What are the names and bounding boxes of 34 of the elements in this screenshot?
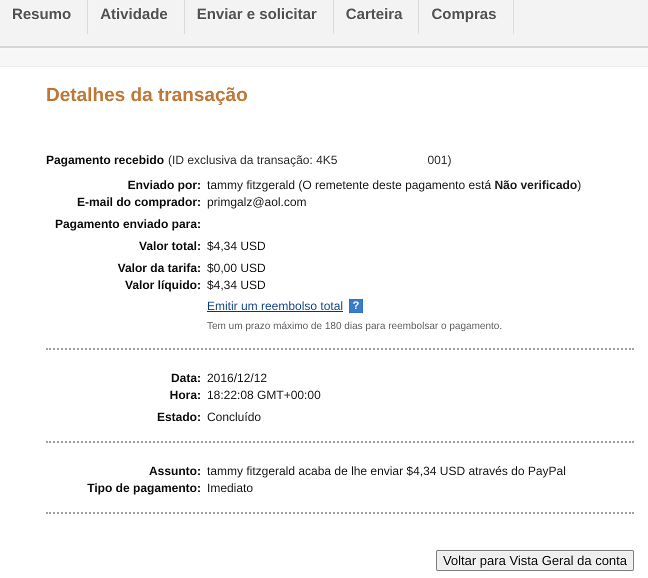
field-label: Estado:: [156, 409, 202, 425]
nav-tab[interactable]: Resumo: [0, 0, 88, 34]
field-label: Valor líquido:: [124, 277, 202, 293]
field-label: E-mail do comprador:: [76, 194, 202, 210]
field-value: 2016/12/12: [207, 370, 268, 386]
field-label: Tipo de pagamento:: [86, 480, 202, 496]
transaction-id: (ID exclusiva da transação: 4K5: [168, 153, 338, 167]
nav-tab[interactable]: Enviar e solicitar: [184, 0, 334, 34]
field-value: primgalz@aol.com: [207, 194, 307, 210]
field-value: Concluído: [207, 409, 262, 425]
transaction-id: 001): [427, 153, 452, 167]
field-value: $4,34 USD: [207, 238, 266, 254]
refund-link[interactable]: Emitir um reembolso total: [207, 299, 344, 313]
field-value: $4,34 USD: [207, 277, 266, 293]
field-label: Pagamento enviado para:: [54, 216, 202, 232]
page-title: Detalhes da transação: [46, 85, 249, 107]
field-label: Assunto:: [148, 463, 202, 479]
field-value: Imediato: [207, 480, 254, 496]
field-label: Valor total:: [138, 238, 202, 254]
field-label: Hora:: [168, 387, 202, 403]
field-value: 18:22:08 GMT+00:00: [207, 387, 321, 403]
back-button[interactable]: Voltar para Vista Geral da conta: [436, 550, 634, 571]
field-value: tammy fitzgerald (O remetente deste pagamento está Não verificado): [207, 177, 582, 193]
help-icon[interactable]: ?: [349, 299, 364, 313]
nav-tab[interactable]: Compras: [419, 0, 514, 34]
field-label: Valor da tarifa:: [116, 260, 202, 276]
refund-note: Tem um prazo máximo de 180 dias para reembolsar o pagamento.: [207, 321, 504, 332]
field-value: $0,00 USD: [207, 260, 266, 276]
nav-tab[interactable]: Atividade: [88, 0, 185, 34]
nav-tab[interactable]: Carteira: [334, 0, 420, 34]
field-value: tammy fitzgerald acaba de lhe enviar $4,34 USD através do PayPal: [207, 463, 566, 479]
payment-status: Pagamento recebido: [46, 153, 164, 167]
field-label: Data:: [170, 370, 202, 386]
field-label: Enviado por:: [126, 177, 202, 193]
